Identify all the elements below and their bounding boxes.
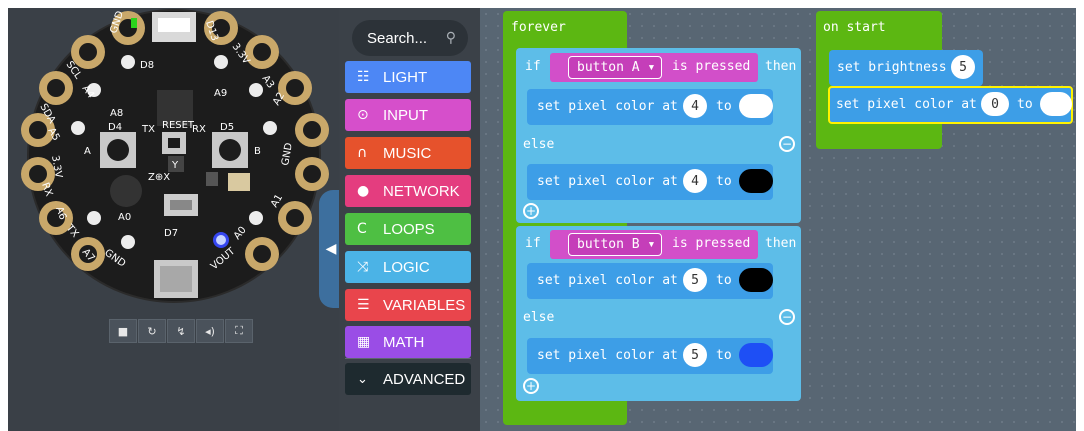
category-loops[interactable]: C LOOPS	[345, 213, 471, 245]
plus-icon[interactable]: +	[523, 378, 539, 394]
color-swatch-blue[interactable]	[739, 343, 773, 367]
toolbox: Search... ⚲ ☷ LIGHT ⊙ INPUT ∩ MUSIC ● NE…	[339, 8, 480, 431]
label-reset: RESET	[162, 120, 195, 131]
else-keyword: else	[523, 137, 555, 152]
debug-icon[interactable]: ↯	[167, 319, 195, 343]
search-icon: ⚲	[445, 30, 456, 46]
if-keyword: if	[525, 59, 541, 74]
simulator-toolbar: ■ ↻ ↯ ◂) ⛶	[109, 319, 255, 343]
then-keyword: then	[765, 59, 797, 74]
brightness-input[interactable]: 5	[951, 55, 975, 79]
circuit-playground-board[interactable]: GND D13 SCL A4 3.3V D8 A3 SDA A5 A8 A9 A…	[8, 8, 339, 308]
is-pressed-label: is pressed	[672, 236, 751, 251]
category-label: VARIABLES	[383, 296, 466, 314]
toolbox-search[interactable]: Search... ⚲	[352, 20, 468, 56]
then-keyword: then	[765, 236, 797, 251]
category-label: LIGHT	[383, 68, 428, 86]
color-swatch-white[interactable]	[1040, 92, 1072, 116]
category-label: MUSIC	[383, 144, 432, 162]
forever-label: forever	[511, 20, 566, 35]
color-swatch-white[interactable]	[739, 94, 773, 118]
category-label: NETWORK	[383, 182, 460, 200]
category-input[interactable]: ⊙ INPUT	[345, 99, 471, 131]
set-pixel-label: set pixel color at	[537, 348, 678, 363]
pixel-index-input[interactable]: 4	[683, 169, 707, 193]
toolbox-divider	[345, 358, 471, 359]
category-variables[interactable]: ☰ VARIABLES	[345, 289, 471, 321]
category-light[interactable]: ☷ LIGHT	[345, 61, 471, 93]
category-label: INPUT	[383, 106, 428, 124]
category-advanced[interactable]: ⌄ ADVANCED	[345, 363, 471, 395]
loop-icon: C	[357, 221, 367, 237]
label-y: Y	[171, 160, 179, 171]
on-start-label: on start	[823, 20, 886, 35]
shuffle-icon: ⤨	[357, 259, 369, 275]
category-math[interactable]: ▦ MATH	[345, 326, 471, 358]
plus-icon[interactable]: +	[523, 203, 539, 219]
set-pixel-label: set pixel color at	[537, 174, 678, 189]
color-swatch-black[interactable]	[739, 169, 773, 193]
chevron-down-icon: ⌄	[357, 371, 368, 387]
to-keyword: to	[716, 174, 732, 189]
set-pixel-label: set pixel color at	[537, 99, 678, 114]
restart-icon[interactable]: ↻	[138, 319, 166, 343]
button-a-dropdown[interactable]: button A ▾	[568, 56, 662, 79]
label-a0-mid: A0	[118, 212, 131, 223]
label-rx: RX	[192, 124, 206, 135]
category-music[interactable]: ∩ MUSIC	[345, 137, 471, 169]
pixel-index-input[interactable]: 5	[683, 343, 707, 367]
category-label: LOGIC	[383, 258, 430, 276]
category-label: MATH	[383, 333, 425, 351]
label-zx: Z⊕X	[148, 172, 170, 183]
makecode-editor: GND D13 SCL A4 3.3V D8 A3 SDA A5 A8 A9 A…	[8, 8, 1076, 431]
set-brightness-label: set brightness	[837, 60, 947, 75]
list-icon: ☰	[357, 297, 370, 313]
to-keyword: to	[716, 348, 732, 363]
is-pressed-label: is pressed	[672, 59, 751, 74]
pixel-index-input[interactable]: 0	[981, 92, 1009, 116]
label-a8: A8	[110, 108, 123, 119]
category-network[interactable]: ● NETWORK	[345, 175, 471, 207]
fullscreen-icon[interactable]: ⛶	[225, 319, 253, 343]
minus-icon[interactable]: −	[779, 309, 795, 325]
else-keyword: else	[523, 310, 555, 325]
mute-icon[interactable]: ◂)	[196, 319, 224, 343]
label-button-b: B	[254, 146, 261, 157]
headphones-icon: ∩	[357, 145, 368, 161]
pixel-index-input[interactable]: 5	[683, 268, 707, 292]
chevron-left-icon: ◀	[325, 241, 337, 257]
label-a9: A9	[214, 88, 227, 99]
search-label: Search...	[367, 29, 428, 47]
minus-icon[interactable]: −	[779, 136, 795, 152]
label-d4: D4	[108, 122, 122, 133]
category-logic[interactable]: ⤨ LOGIC	[345, 251, 471, 283]
label-d8: D8	[140, 60, 154, 71]
calculator-icon: ▦	[357, 334, 371, 350]
set-pixel-label: set pixel color at	[836, 97, 977, 112]
to-keyword: to	[1017, 97, 1033, 112]
color-swatch-black[interactable]	[739, 268, 773, 292]
stop-icon[interactable]: ■	[109, 319, 137, 343]
target-icon: ⊙	[357, 107, 369, 123]
simulator-panel: GND D13 SCL A4 3.3V D8 A3 SDA A5 A8 A9 A…	[8, 8, 339, 431]
to-keyword: to	[716, 99, 732, 114]
label-tx: TX	[141, 124, 155, 135]
grid-icon: ☷	[357, 69, 370, 85]
blocks-workspace[interactable]: forever if button A ▾ is pressed then se…	[480, 8, 1076, 431]
pixel-index-input[interactable]: 4	[683, 94, 707, 118]
to-keyword: to	[716, 273, 732, 288]
set-pixel-label: set pixel color at	[537, 273, 678, 288]
category-label: ADVANCED	[383, 370, 466, 388]
button-b-dropdown[interactable]: button B ▾	[568, 233, 662, 256]
chat-icon: ●	[357, 183, 370, 199]
label-d5: D5	[220, 122, 234, 133]
category-label: LOOPS	[383, 220, 435, 238]
if-keyword: if	[525, 236, 541, 251]
label-d7: D7	[164, 228, 178, 239]
label-button-a: A	[84, 146, 91, 157]
